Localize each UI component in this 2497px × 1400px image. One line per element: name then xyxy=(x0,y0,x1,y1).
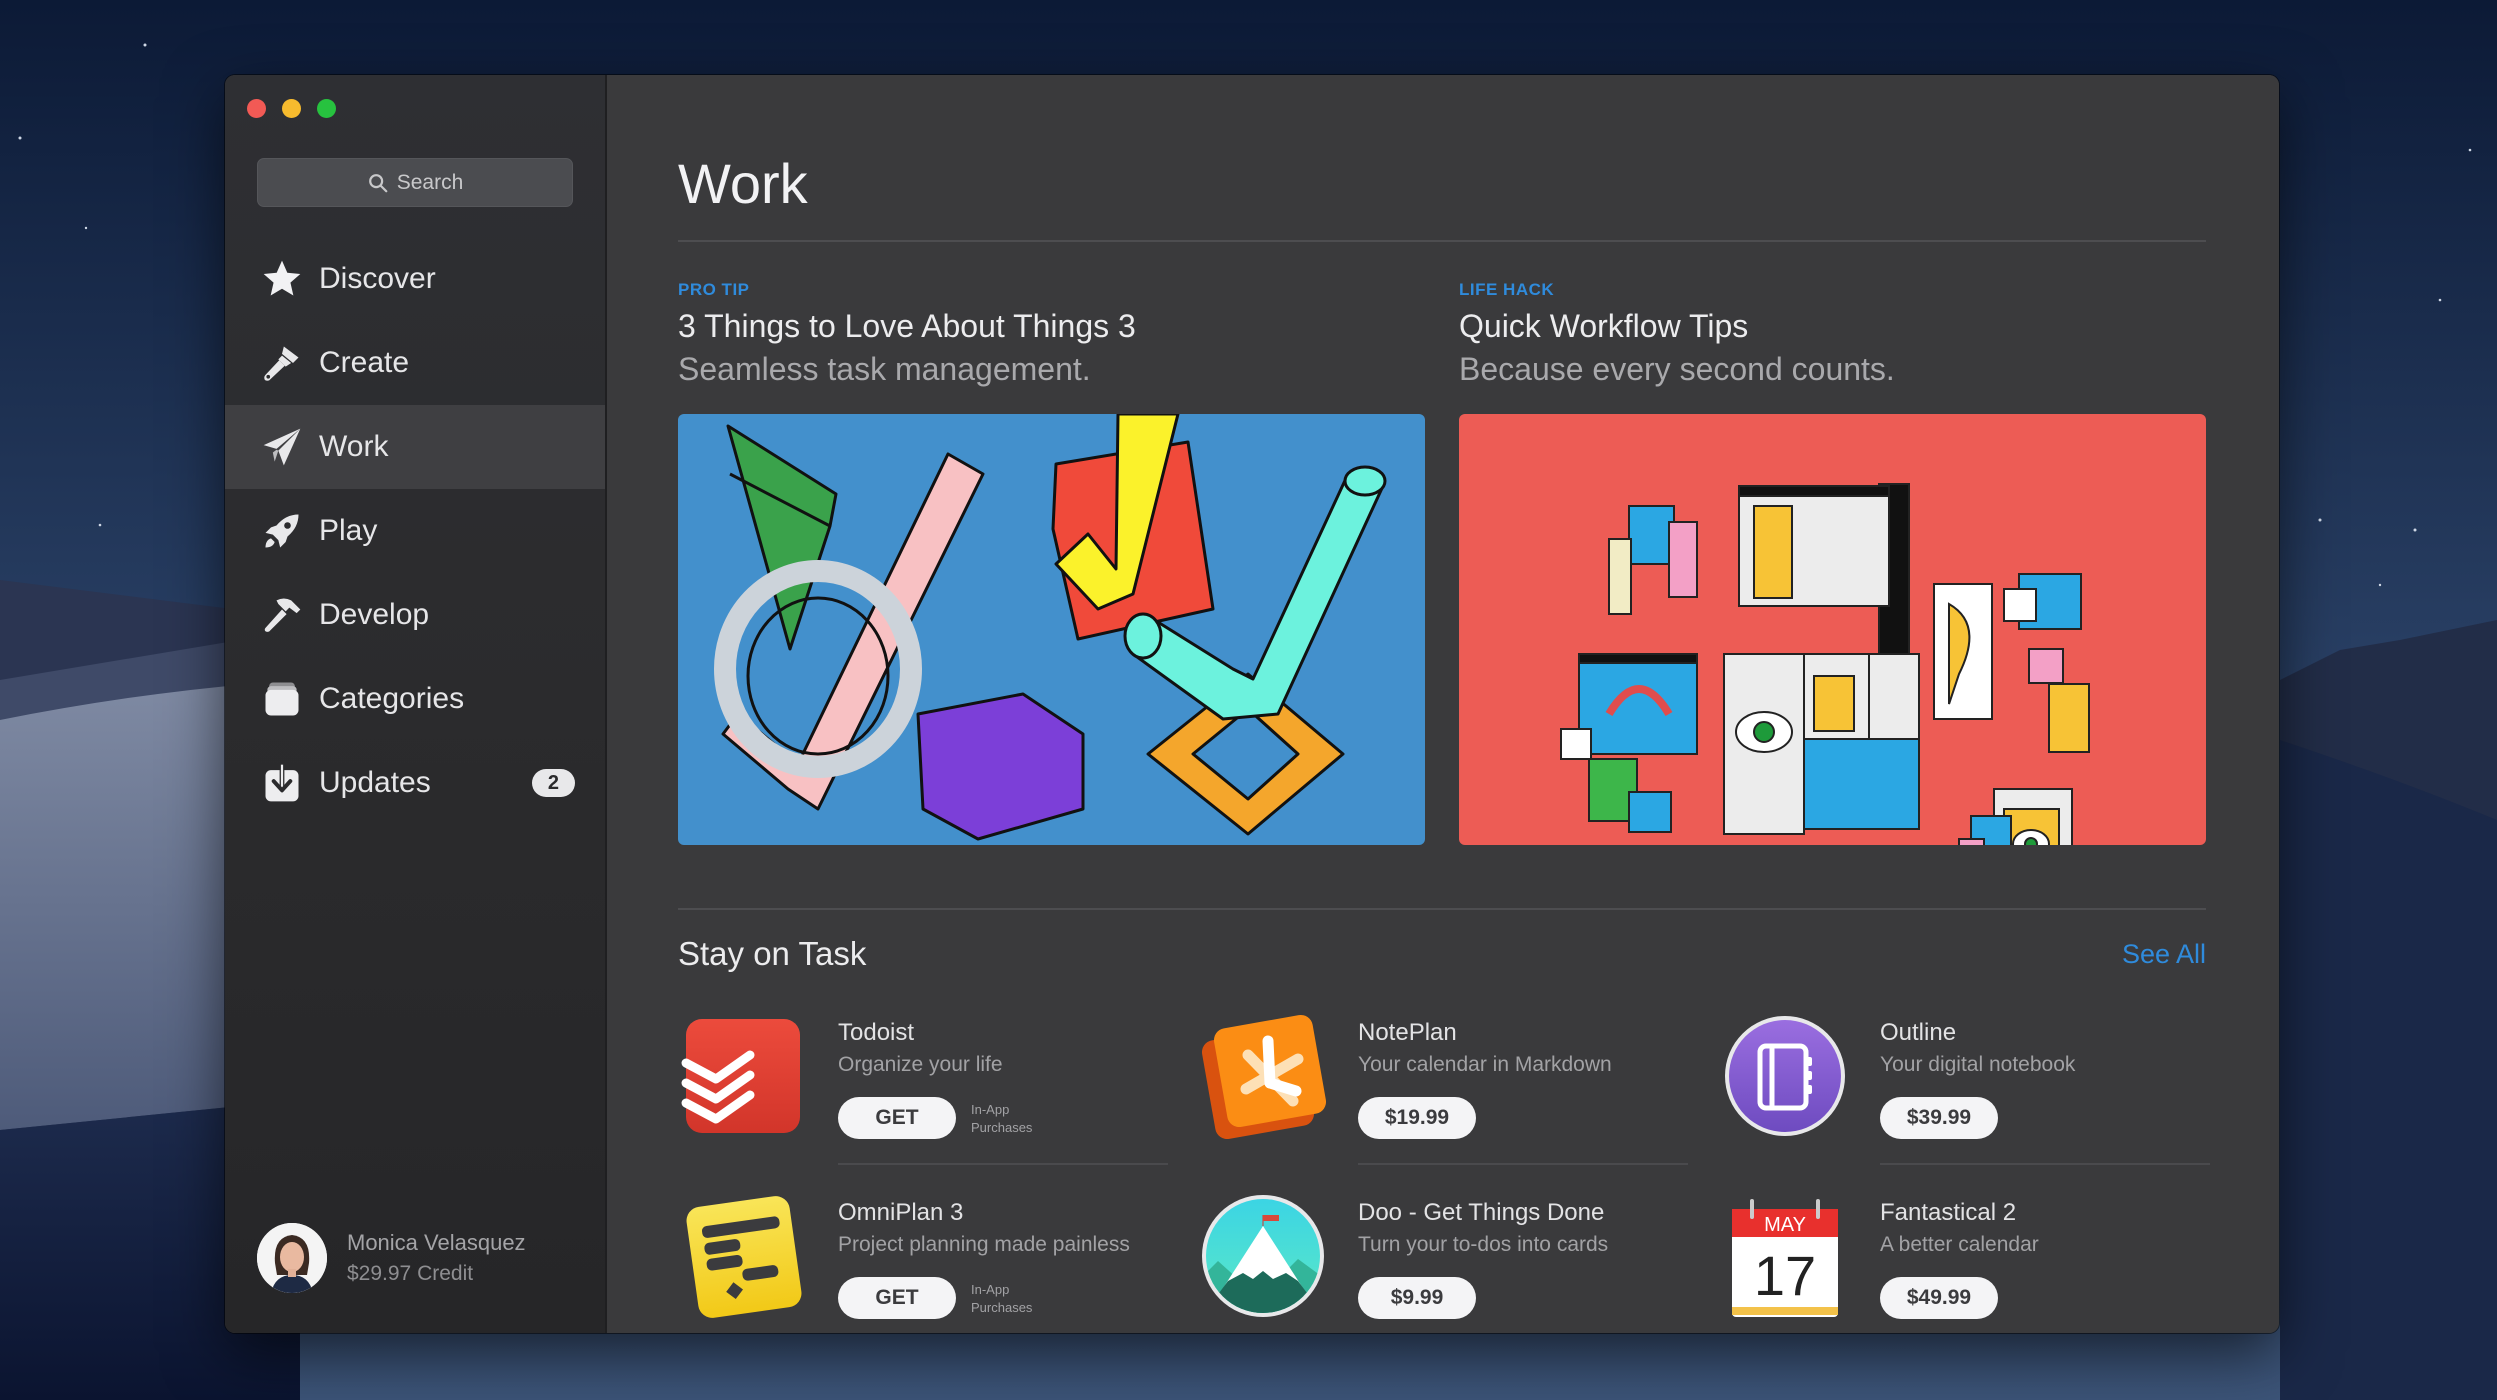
price-button[interactable]: $9.99 xyxy=(1358,1277,1476,1319)
row-separator xyxy=(838,1163,1168,1165)
feature-subtitle: Seamless task management. xyxy=(678,351,1091,387)
sidebar: Search Discover Create Work Play Develop… xyxy=(225,75,607,1333)
feature-card-pro-tip[interactable]: PRO TIP 3 Things to Love About Things 3 … xyxy=(678,280,1425,388)
sidebar-item-categories[interactable]: Categories xyxy=(225,657,605,741)
app-item-noteplan[interactable]: NotePlan Your calendar in Markdown $19.9… xyxy=(1198,1011,1688,1165)
row-separator xyxy=(1880,1163,2210,1165)
sidebar-item-label: Updates xyxy=(319,766,431,799)
sidebar-item-label: Develop xyxy=(319,598,430,631)
feature-label: LIFE HACK xyxy=(1459,280,1555,299)
sidebar-item-play[interactable]: Play xyxy=(225,489,605,573)
feature-label: PRO TIP xyxy=(678,280,750,299)
app-item-fantastical[interactable]: MAY 17 Fantastical 2 A better calendar $… xyxy=(1720,1191,2210,1333)
sidebar-item-updates[interactable]: Updates 2 xyxy=(225,741,605,825)
sidebar-item-work[interactable]: Work xyxy=(225,405,605,489)
checkmark-shapes-illustration xyxy=(678,414,1425,845)
sidebar-nav: Discover Create Work Play Develop Catego… xyxy=(225,237,605,825)
get-button[interactable]: GET xyxy=(838,1097,956,1139)
app-item-doo[interactable]: Doo - Get Things Done Turn your to-dos i… xyxy=(1198,1191,1688,1333)
feature-banner-things[interactable] xyxy=(678,414,1425,845)
app-name: NotePlan xyxy=(1358,1019,1457,1046)
rocket-icon xyxy=(259,508,305,554)
profile-name: Monica Velasquez xyxy=(347,1230,526,1255)
sidebar-item-label: Create xyxy=(319,346,410,379)
app-name: Outline xyxy=(1880,1019,1957,1046)
updates-count-badge: 2 xyxy=(531,769,575,797)
sidebar-item-label: Play xyxy=(319,514,378,547)
zoom-button[interactable] xyxy=(317,99,336,118)
purchases-line: Purchases xyxy=(971,1120,1033,1135)
app-store-window: Search Discover Create Work Play Develop… xyxy=(225,75,2279,1333)
omniplan-app-icon[interactable] xyxy=(678,1191,808,1321)
doo-app-icon[interactable] xyxy=(1198,1191,1328,1321)
app-description: Organize your life xyxy=(838,1053,1003,1076)
in-app-line: In-App xyxy=(971,1102,1010,1117)
todoist-app-icon[interactable] xyxy=(678,1011,808,1141)
window-controls xyxy=(247,99,336,118)
sidebar-item-create[interactable]: Create xyxy=(225,321,605,405)
see-all-link[interactable]: See All xyxy=(2122,939,2206,970)
price-button[interactable]: $39.99 xyxy=(1880,1097,1998,1139)
fantastical-calendar-icon[interactable]: MAY 17 xyxy=(1720,1191,1850,1321)
feature-card-life-hack[interactable]: LIFE HACK Quick Workflow Tips Because ev… xyxy=(1459,280,2206,388)
section-divider xyxy=(678,908,2206,910)
feature-title: 3 Things to Love About Things 3 xyxy=(678,308,1136,344)
star-icon xyxy=(259,256,305,302)
app-item-omniplan[interactable]: OmniPlan 3 Project planning made painles… xyxy=(678,1191,1168,1333)
price-button[interactable]: $19.99 xyxy=(1358,1097,1476,1139)
app-item-outline[interactable]: Outline Your digital notebook $39.99 xyxy=(1720,1011,2210,1165)
app-windows-illustration xyxy=(1459,414,2206,845)
search-field[interactable]: Search xyxy=(257,158,573,207)
main-content: Work PRO TIP 3 Things to Love About Thin… xyxy=(607,75,2279,1333)
app-name: OmniPlan 3 xyxy=(838,1199,964,1226)
sidebar-item-discover[interactable]: Discover xyxy=(225,237,605,321)
close-button[interactable] xyxy=(247,99,266,118)
section-title: Stay on Task xyxy=(678,935,867,972)
stacked-boxes-icon xyxy=(259,676,305,722)
app-description: Project planning made painless xyxy=(838,1233,1130,1256)
paintbrush-icon xyxy=(259,340,305,386)
sidebar-item-label: Categories xyxy=(319,682,465,715)
profile-credit: $29.97 Credit xyxy=(347,1262,474,1285)
sidebar-item-label: Discover xyxy=(319,262,436,295)
magnifying-glass-icon xyxy=(368,173,388,192)
calendar-month: MAY xyxy=(1764,1214,1806,1236)
in-app-purchases-note: In-App Purchases xyxy=(971,1281,1032,1317)
download-tray-icon xyxy=(259,760,305,806)
purchases-line: Purchases xyxy=(971,1300,1033,1315)
price-button[interactable]: $49.99 xyxy=(1880,1277,1998,1319)
app-name: Todoist xyxy=(838,1019,915,1046)
in-app-purchases-note: In-App Purchases xyxy=(971,1101,1032,1137)
noteplan-app-icon[interactable] xyxy=(1198,1011,1328,1141)
sidebar-item-label: Work xyxy=(319,430,389,463)
account-profile[interactable]: Monica Velasquez $29.97 Credit xyxy=(257,1223,526,1293)
title-divider xyxy=(678,240,2206,242)
app-name: Doo - Get Things Done xyxy=(1358,1199,1605,1226)
hammer-icon xyxy=(259,592,305,638)
app-description: Turn your to-dos into cards xyxy=(1358,1233,1609,1256)
sidebar-item-develop[interactable]: Develop xyxy=(225,573,605,657)
get-button[interactable]: GET xyxy=(838,1277,956,1319)
feature-banner-workflow[interactable] xyxy=(1459,414,2206,845)
feature-subtitle: Because every second counts. xyxy=(1459,351,1895,387)
avatar[interactable] xyxy=(257,1223,327,1293)
app-name: Fantastical 2 xyxy=(1880,1199,2017,1226)
feature-title: Quick Workflow Tips xyxy=(1459,308,1749,344)
row-separator xyxy=(1358,1163,1688,1165)
outline-app-icon[interactable] xyxy=(1720,1011,1850,1141)
search-placeholder: Search xyxy=(396,170,464,194)
paper-plane-icon xyxy=(259,424,305,470)
minimize-button[interactable] xyxy=(282,99,301,118)
app-item-todoist[interactable]: Todoist Organize your life GET In-App Pu… xyxy=(678,1011,1168,1165)
app-description: Your calendar in Markdown xyxy=(1358,1053,1612,1076)
app-description: Your digital notebook xyxy=(1880,1053,2076,1076)
app-description: A better calendar xyxy=(1880,1233,2039,1256)
page-title: Work xyxy=(678,152,808,215)
calendar-day: 17 xyxy=(1754,1244,1816,1307)
in-app-line: In-App xyxy=(971,1282,1010,1297)
